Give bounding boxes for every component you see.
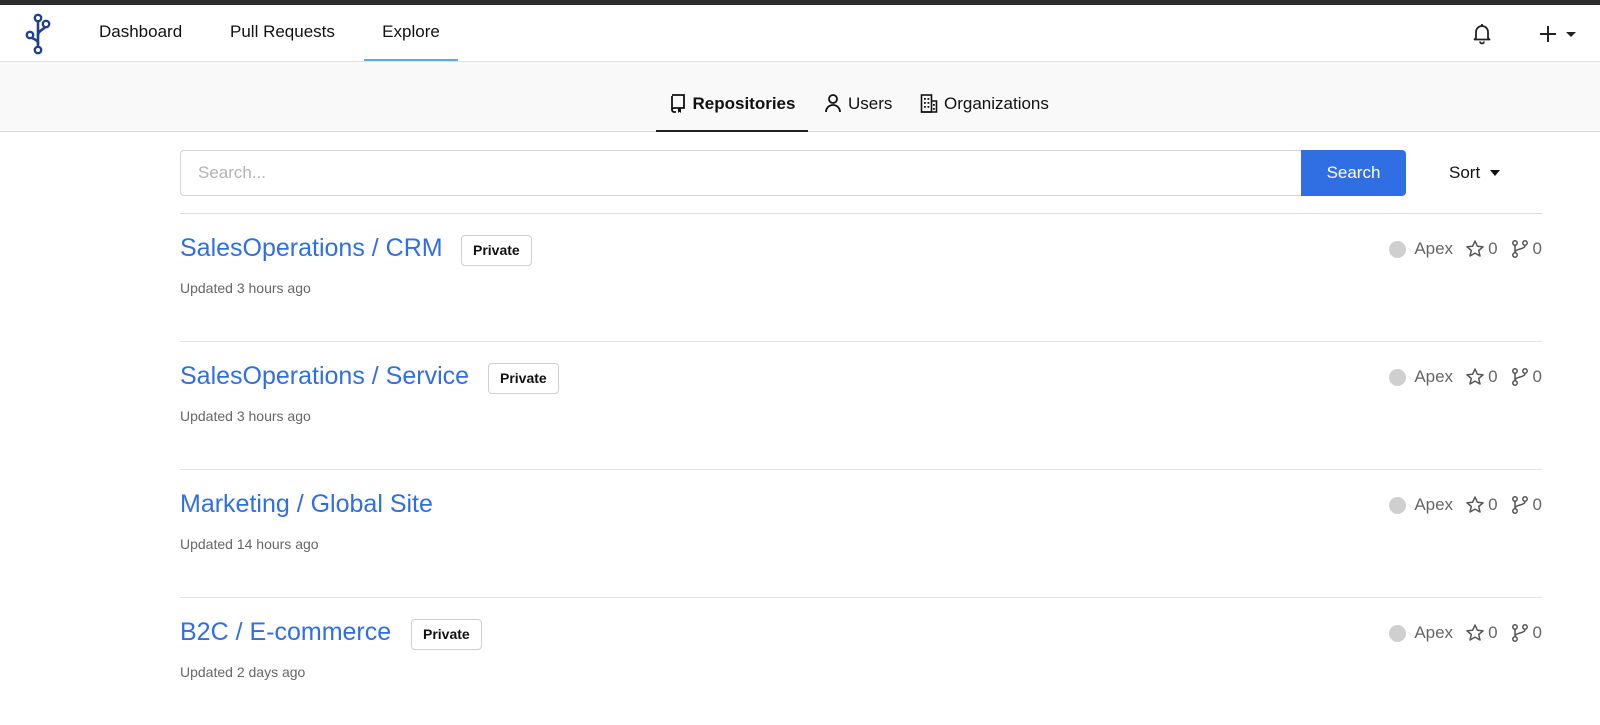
- forks-count[interactable]: 0: [1510, 623, 1542, 643]
- create-new-dropdown-icon[interactable]: [1536, 22, 1586, 46]
- nav-explore[interactable]: Explore: [364, 5, 458, 61]
- tab-repositories-label: Repositories: [692, 94, 796, 113]
- bell-icon[interactable]: [1470, 21, 1494, 45]
- repository-updated-time: Updated 2 days ago: [180, 664, 306, 680]
- search-bar: Search Sort: [180, 150, 1542, 196]
- nav-pull-requests[interactable]: Pull Requests: [230, 5, 335, 61]
- fork-icon: [1511, 624, 1528, 642]
- repository-stats: Apex 0 0: [1389, 236, 1542, 262]
- repository-row: B2C / E-commerce Private Updated 2 days …: [180, 598, 1542, 725]
- language-color-dot: [1389, 368, 1407, 386]
- language-name: Apex: [1414, 623, 1454, 642]
- language-name: Apex: [1414, 367, 1454, 386]
- repository-stats: Apex 0 0: [1389, 492, 1542, 518]
- forks-count[interactable]: 0: [1510, 239, 1542, 259]
- repository-title-link[interactable]: SalesOperations / Service: [180, 362, 469, 391]
- repository-row: SalesOperations / CRM Private Updated 3 …: [180, 214, 1542, 342]
- language-color-dot: [1389, 624, 1407, 642]
- sort-dropdown[interactable]: Sort: [1449, 150, 1501, 196]
- stars-value: 0: [1488, 367, 1498, 386]
- forks-value: 0: [1532, 495, 1542, 514]
- stars-value: 0: [1488, 239, 1498, 258]
- explore-subnav: Repositories Users Organizations: [0, 62, 1600, 132]
- private-badge: Private: [488, 363, 559, 394]
- stars-count[interactable]: 0: [1465, 367, 1498, 387]
- fork-icon: [1511, 240, 1528, 258]
- caret-down-icon: [1490, 169, 1501, 176]
- repository-list: SalesOperations / CRM Private Updated 3 …: [180, 213, 1542, 725]
- language-color-dot: [1389, 240, 1407, 258]
- private-badge: Private: [461, 235, 532, 266]
- nav-dashboard[interactable]: Dashboard: [99, 5, 182, 61]
- forks-value: 0: [1532, 623, 1542, 642]
- top-navbar: Dashboard Pull Requests Explore: [0, 5, 1600, 62]
- repository-updated-time: Updated 3 hours ago: [180, 408, 311, 424]
- forks-count[interactable]: 0: [1510, 367, 1542, 387]
- repository-stats: Apex 0 0: [1389, 620, 1542, 646]
- repository-updated-time: Updated 3 hours ago: [180, 280, 311, 296]
- search-button[interactable]: Search: [1301, 150, 1406, 196]
- star-icon: [1466, 368, 1484, 385]
- repository-updated-time: Updated 14 hours ago: [180, 536, 319, 552]
- stars-value: 0: [1488, 623, 1498, 642]
- stars-count[interactable]: 0: [1465, 623, 1498, 643]
- tab-users[interactable]: Users: [824, 62, 892, 132]
- sort-label: Sort: [1449, 163, 1481, 182]
- tab-users-label: Users: [848, 94, 893, 113]
- fork-icon: [1511, 496, 1528, 514]
- repository-stats: Apex 0 0: [1389, 364, 1542, 390]
- user-icon: [825, 93, 841, 112]
- repository-row: SalesOperations / Service Private Update…: [180, 342, 1542, 470]
- fork-icon: [1511, 368, 1528, 386]
- language-color-dot: [1389, 496, 1407, 514]
- private-badge: Private: [411, 619, 482, 650]
- stars-value: 0: [1488, 495, 1498, 514]
- repository-title-link[interactable]: B2C / E-commerce: [180, 618, 391, 647]
- repository-row: Marketing / Global Site Updated 14 hours…: [180, 470, 1542, 598]
- tab-organizations-label: Organizations: [944, 94, 1049, 113]
- star-icon: [1466, 240, 1484, 257]
- language-name: Apex: [1414, 495, 1454, 514]
- organization-icon: [920, 93, 938, 113]
- tab-organizations[interactable]: Organizations: [920, 62, 1049, 132]
- star-icon: [1466, 624, 1484, 641]
- star-icon: [1466, 496, 1484, 513]
- forks-value: 0: [1532, 239, 1542, 258]
- stars-count[interactable]: 0: [1465, 239, 1498, 259]
- repository-title-link[interactable]: SalesOperations / CRM: [180, 234, 443, 263]
- language-name: Apex: [1414, 239, 1454, 258]
- repository-title-link[interactable]: Marketing / Global Site: [180, 490, 433, 519]
- stars-count[interactable]: 0: [1465, 495, 1498, 515]
- search-input[interactable]: [180, 150, 1301, 196]
- forks-value: 0: [1532, 367, 1542, 386]
- tab-repositories[interactable]: Repositories: [656, 62, 808, 132]
- repo-icon: [670, 93, 685, 113]
- forks-count[interactable]: 0: [1510, 495, 1542, 515]
- app-logo-icon[interactable]: [20, 13, 56, 55]
